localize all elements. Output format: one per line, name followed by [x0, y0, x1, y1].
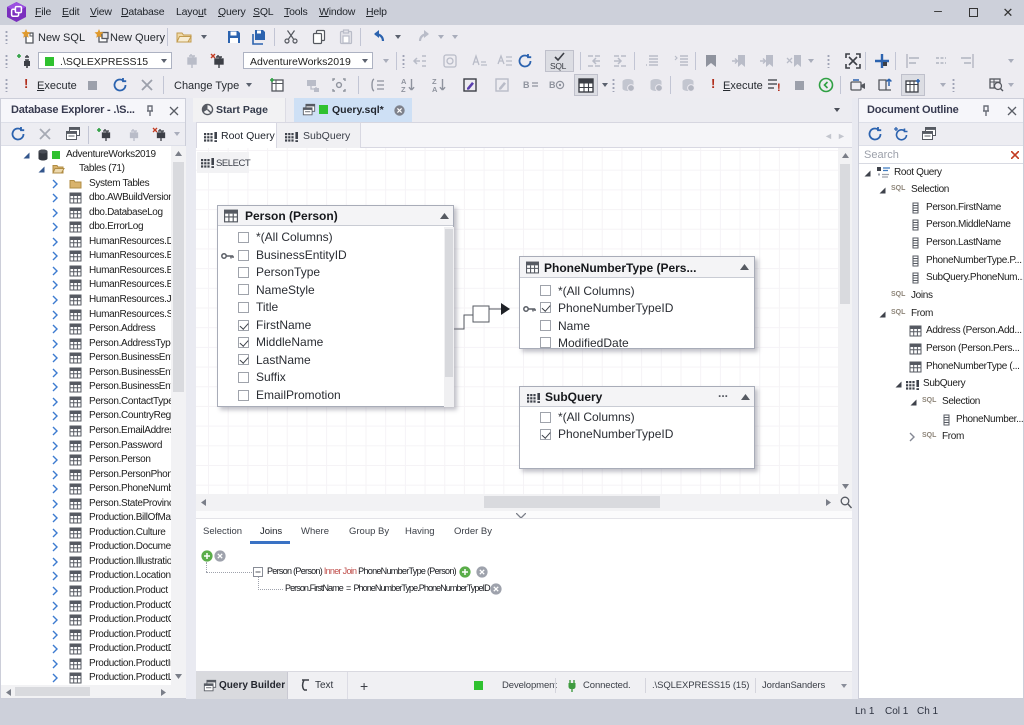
svg-text:B: B	[523, 80, 530, 90]
svg-text:A: A	[432, 85, 438, 93]
svg-text:Z: Z	[401, 85, 406, 93]
svg-text:!: !	[777, 82, 781, 93]
svg-text:B: B	[549, 80, 556, 90]
